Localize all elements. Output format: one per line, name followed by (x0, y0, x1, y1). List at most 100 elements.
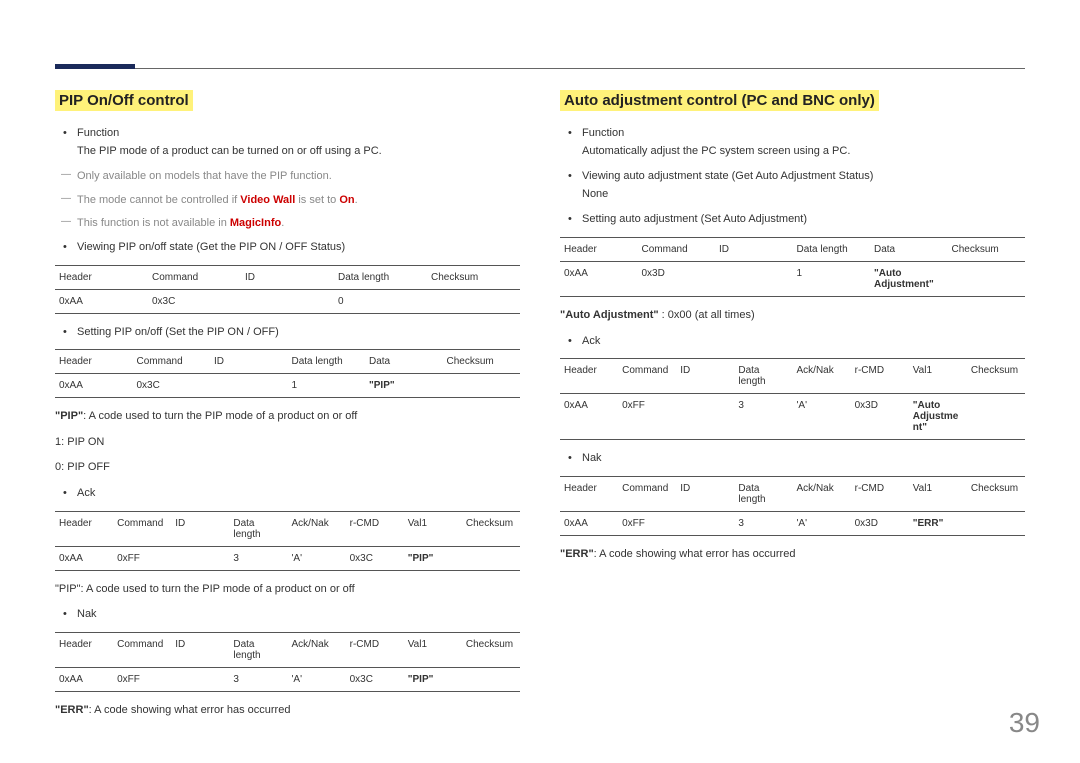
th: Data length (229, 632, 287, 667)
left-function-item: Function The PIP mode of a product can b… (77, 125, 520, 160)
th: Command (148, 265, 241, 289)
td: 0xAA (55, 289, 148, 313)
th: Ack/Nak (288, 511, 346, 546)
table-pip-nak: Header Command ID Data length Ack/Nak r-… (55, 632, 520, 692)
th: ID (210, 350, 288, 374)
td: 0xAA (55, 546, 113, 570)
td: 0xFF (113, 667, 171, 691)
th: ID (171, 511, 229, 546)
left-viewing-label: Viewing PIP on/off state (Get the PIP ON… (77, 239, 520, 257)
right-ack-label: Ack (582, 333, 1025, 351)
td: 1 (793, 261, 871, 296)
th: ID (171, 632, 229, 667)
th: Data length (734, 476, 792, 511)
note-magicinfo: This function is not available in MagicI… (77, 215, 520, 233)
err-term: "ERR" (560, 548, 594, 560)
th: Header (55, 265, 148, 289)
note-videowall: The mode cannot be controlled if Video W… (77, 192, 520, 210)
td: 0x3C (346, 667, 404, 691)
td: 3 (734, 394, 792, 440)
right-column: Auto adjustment control (PC and BNC only… (560, 90, 1025, 727)
on-term: On (339, 194, 354, 206)
td (241, 289, 334, 313)
th: Header (55, 632, 113, 667)
td (715, 261, 793, 296)
err-term: "ERR" (55, 704, 89, 716)
th: Val1 (404, 632, 462, 667)
th: Val1 (909, 359, 967, 394)
th: Data length (288, 350, 366, 374)
th: r-CMD (346, 632, 404, 667)
td: 0xAA (55, 667, 113, 691)
th: Checksum (427, 265, 520, 289)
content-columns: PIP On/Off control Function The PIP mode… (55, 90, 1025, 727)
td (427, 289, 520, 313)
th: Val1 (909, 476, 967, 511)
td (676, 511, 734, 535)
th: Header (560, 237, 638, 261)
td: 0x3C (346, 546, 404, 570)
td: "ERR" (909, 511, 967, 535)
right-function-item: Function Automatically adjust the PC sys… (582, 125, 1025, 160)
td: 0xAA (560, 261, 638, 296)
note-text: . (281, 217, 284, 229)
auto-text: : 0x00 (at all times) (659, 309, 755, 321)
td: 0x3C (148, 289, 241, 313)
auto-term: "Auto Adjustment" (560, 309, 659, 321)
note-text: is set to (295, 194, 339, 206)
th: Header (55, 350, 133, 374)
right-viewing-item: Viewing auto adjustment state (Get Auto … (582, 168, 1025, 203)
th: Ack/Nak (288, 632, 346, 667)
th: Ack/Nak (793, 476, 851, 511)
th: Data length (734, 359, 792, 394)
viewing-none: None (582, 188, 608, 200)
th: r-CMD (851, 476, 909, 511)
pip-on-value: 1: PIP ON (55, 434, 520, 452)
table-pip-ack: Header Command ID Data length Ack/Nak r-… (55, 511, 520, 571)
function-desc: The PIP mode of a product can be turned … (77, 145, 382, 157)
err-text: : A code showing what error has occurred (594, 548, 796, 560)
th: Data (870, 237, 948, 261)
th: Checksum (462, 511, 520, 546)
th: Command (113, 511, 171, 546)
td: "PIP" (404, 667, 462, 691)
td: 0xFF (618, 394, 676, 440)
th: Data length (229, 511, 287, 546)
table-pip-get: Header Command ID Data length Checksum 0… (55, 265, 520, 314)
th: Ack/Nak (793, 359, 851, 394)
th: Header (55, 511, 113, 546)
left-nak-label: Nak (77, 606, 520, 624)
th: Command (638, 237, 716, 261)
left-section-title: PIP On/Off control (55, 90, 193, 111)
th: Header (560, 476, 618, 511)
right-section-title: Auto adjustment control (PC and BNC only… (560, 90, 879, 111)
td: 3 (229, 546, 287, 570)
th: ID (241, 265, 334, 289)
note-text: This function is not available in (77, 217, 230, 229)
note-text: The mode cannot be controlled if (77, 194, 240, 206)
td: 0 (334, 289, 427, 313)
td: 0x3D (851, 394, 909, 440)
auto-value-explain: "Auto Adjustment" : 0x00 (at all times) (560, 307, 1025, 325)
table-pip-set: Header Command ID Data length Data Check… (55, 349, 520, 398)
td: "Auto Adjustment" (870, 261, 948, 296)
th: ID (715, 237, 793, 261)
function-label: Function (582, 127, 624, 139)
td: 'A' (793, 511, 851, 535)
th: Checksum (948, 237, 1026, 261)
note-pip-availability: Only available on models that have the P… (77, 168, 520, 186)
td: 0xAA (560, 511, 618, 535)
pip-code-explain: "PIP": A code used to turn the PIP mode … (55, 408, 520, 426)
th: Checksum (967, 476, 1025, 511)
th: Command (113, 632, 171, 667)
td: 0xAA (55, 374, 133, 398)
left-ack-label: Ack (77, 485, 520, 503)
pip-off-value: 0: PIP OFF (55, 459, 520, 477)
left-setting-label: Setting PIP on/off (Set the PIP ON / OFF… (77, 324, 520, 342)
left-err-explain: "ERR": A code showing what error has occ… (55, 702, 520, 720)
td: 0xFF (618, 511, 676, 535)
function-desc: Automatically adjust the PC system scree… (582, 145, 850, 157)
td: 0x3D (638, 261, 716, 296)
td (171, 546, 229, 570)
td (462, 667, 520, 691)
